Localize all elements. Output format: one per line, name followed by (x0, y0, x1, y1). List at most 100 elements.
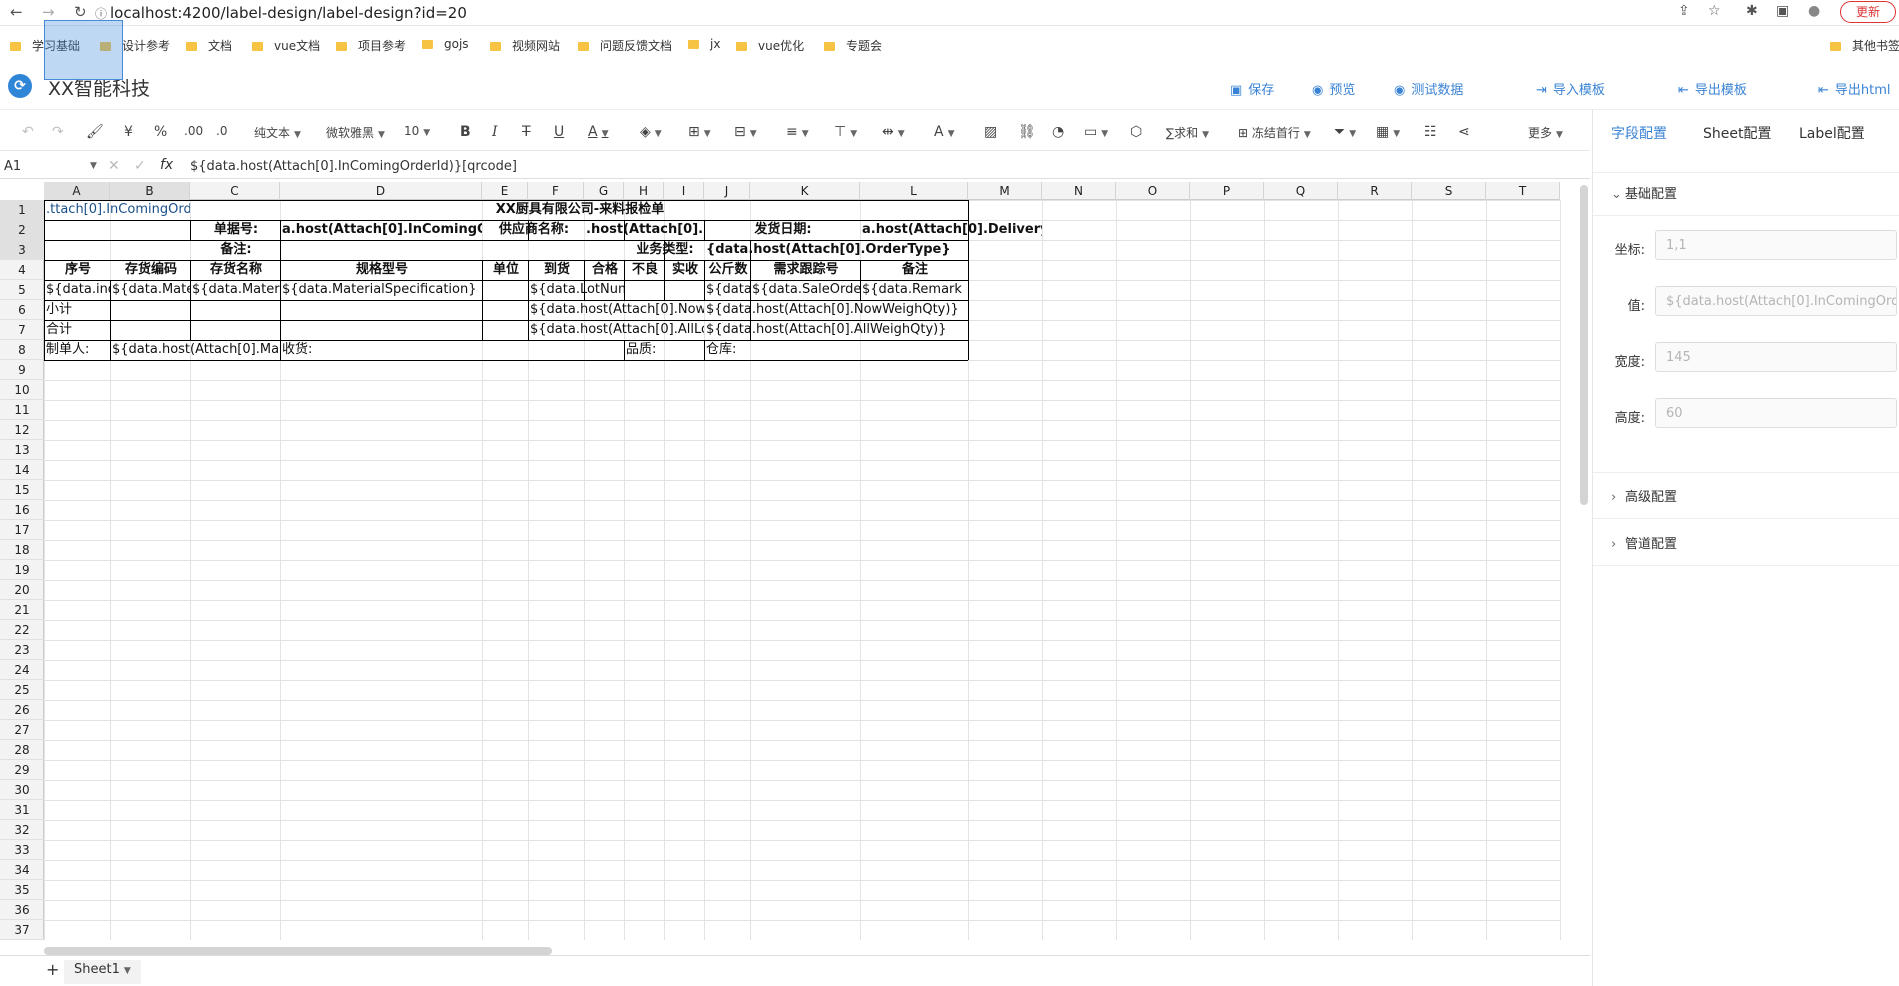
reload-icon[interactable]: ↻ (74, 3, 87, 21)
shape-icon[interactable]: ⬡ (1130, 124, 1142, 140)
data-validation-icon[interactable]: ☷ (1424, 124, 1437, 140)
border-icon[interactable]: ⊞ ▼ (688, 124, 711, 140)
section-pipeline[interactable]: › 管道配置 (1611, 533, 1677, 552)
sheet-cell[interactable]: ${data.Remark (860, 280, 968, 300)
row-header[interactable]: 11 (0, 400, 44, 420)
sheet-cell[interactable]: a.host(Attach[0].InComingOrd (280, 220, 482, 240)
tab-field-config[interactable]: 字段配置 (1611, 123, 1667, 143)
sheet-tab[interactable]: Sheet1 ▼ (64, 960, 141, 984)
spreadsheet-grid[interactable]: ABCDEFGHIJKLMNOPQRST 1 2 3 4 5 6 7 8 9 10 11 12 13 14… (0, 182, 1590, 940)
row-header[interactable]: 22 (0, 620, 44, 640)
undo-icon[interactable]: ↶ (22, 124, 34, 140)
height-input[interactable]: 60 (1655, 398, 1897, 428)
function-icon[interactable]: fx (160, 157, 173, 173)
column-header[interactable]: O (1116, 182, 1190, 200)
section-advanced[interactable]: › 高级配置 (1611, 486, 1677, 505)
column-header[interactable]: F (528, 182, 584, 200)
format-painter-icon[interactable]: 🖌 (86, 124, 104, 140)
conditional-format-icon[interactable]: ▦ ▼ (1376, 124, 1400, 140)
sheet-cell[interactable]: ${data.Mate (110, 280, 190, 300)
forward-icon[interactable]: → (42, 3, 55, 21)
sheet-cell[interactable]: ${data.host(Attach[0].AllWeighQty)} (704, 320, 968, 340)
number-format-select[interactable]: 纯文本 ▼ (254, 124, 301, 141)
bookmark-item[interactable]: vue文档 (252, 37, 320, 54)
sheet-cell[interactable]: a.host(Attach[0].DeliveryD (860, 220, 1042, 240)
sheet-cell[interactable]: 规格型号 (280, 260, 482, 280)
row-header[interactable]: 28 (0, 740, 44, 760)
underline-icon[interactable]: U (554, 124, 564, 140)
sheet-cell[interactable]: ${data.host(Attach[0].NowWeighQty)} (704, 300, 968, 320)
sheet-cell[interactable]: 制单人: (44, 340, 110, 360)
cell-selection[interactable] (44, 20, 123, 80)
strikethrough-icon[interactable]: T (522, 124, 531, 140)
row-header[interactable]: 17 (0, 520, 44, 540)
row-header[interactable]: 34 (0, 860, 44, 880)
column-header[interactable]: S (1412, 182, 1486, 200)
row-header[interactable]: 16 (0, 500, 44, 520)
decimal-increase-icon[interactable]: .00 (184, 124, 203, 138)
split-icon[interactable]: ⋖ (1458, 124, 1470, 140)
sheet-cell[interactable]: 不良 (624, 260, 664, 280)
sheet-cell[interactable]: 备注: (190, 240, 280, 260)
test-data-button[interactable]: ◉ 测试数据 (1394, 79, 1463, 98)
row-header[interactable]: 23 (0, 640, 44, 660)
sheet-cell[interactable]: 发货日期: (704, 220, 860, 240)
row-header[interactable]: 2 (0, 220, 44, 240)
row-header[interactable]: 6 (0, 300, 44, 320)
sheet-cell[interactable]: ${data.Materi (190, 280, 280, 300)
width-input[interactable]: 145 (1655, 342, 1897, 372)
row-header[interactable]: 8 (0, 340, 44, 360)
sheet-cell[interactable]: .ttach[0].InComingOrde (44, 200, 190, 220)
export-template-button[interactable]: ⇤ 导出模板 (1678, 79, 1747, 98)
profile-icon[interactable]: ● (1808, 3, 1820, 19)
cancel-icon[interactable]: ✕ (108, 158, 120, 174)
sheet-cell[interactable]: 存货名称 (190, 260, 280, 280)
update-button[interactable]: 更新 (1840, 1, 1896, 23)
save-button[interactable]: ▣ 保存 (1230, 79, 1274, 98)
sheet-cell[interactable]: 公斤数 (704, 260, 750, 280)
column-header[interactable]: I (664, 182, 704, 200)
sheet-cell[interactable]: 业务类型: (624, 240, 704, 260)
sheet-cell[interactable]: .host(Attach[0].SupplierN (584, 220, 704, 240)
horizontal-scrollbar[interactable] (44, 947, 552, 955)
font-size-select[interactable]: 10 ▼ (404, 124, 430, 138)
bookmark-item[interactable]: gojs (422, 37, 469, 51)
row-header[interactable]: 24 (0, 660, 44, 680)
column-header[interactable]: H (624, 182, 664, 200)
horizontal-align-icon[interactable]: ≡ ▼ (786, 124, 809, 140)
link-icon[interactable]: ⛓ (1018, 124, 1036, 140)
sidebar-icon[interactable]: ▣ (1776, 3, 1789, 19)
italic-icon[interactable]: I (492, 124, 498, 140)
row-header[interactable]: 19 (0, 560, 44, 580)
row-header[interactable]: 18 (0, 540, 44, 560)
vertical-scrollbar[interactable] (1580, 185, 1588, 505)
row-header[interactable]: 32 (0, 820, 44, 840)
value-input[interactable]: ${data.host(Attach[0].InComingOrde (1655, 286, 1897, 316)
row-header[interactable]: 36 (0, 900, 44, 920)
comment-icon[interactable]: ▭ ▼ (1084, 124, 1108, 140)
vertical-align-icon[interactable]: ⊤ ▼ (834, 124, 857, 140)
row-header[interactable]: 25 (0, 680, 44, 700)
freeze-select[interactable]: ⊞ 冻结首行 ▼ (1238, 124, 1311, 141)
bookmark-item[interactable]: 文档 (186, 37, 232, 54)
column-header[interactable]: D (280, 182, 482, 200)
star-icon[interactable]: ☆ (1708, 3, 1721, 19)
column-header[interactable]: E (482, 182, 528, 200)
decimal-decrease-icon[interactable]: .0 (216, 124, 227, 138)
column-header[interactable]: K (750, 182, 860, 200)
sheet-cell[interactable]: 到货 (528, 260, 584, 280)
sum-select[interactable]: ∑求和 ▼ (1166, 124, 1209, 141)
row-header[interactable]: 33 (0, 840, 44, 860)
row-header[interactable]: 1 (0, 200, 44, 220)
sheet-cell[interactable]: {data.host(Attach[0].OrderType} (704, 240, 968, 260)
row-header[interactable]: 29 (0, 760, 44, 780)
sheet-cell[interactable]: ${data.LotNumQty} (528, 280, 624, 300)
more-select[interactable]: 更多 ▼ (1528, 124, 1563, 141)
sheet-cell[interactable]: 品质: (624, 340, 704, 360)
sheet-cell[interactable]: 单据号: (190, 220, 280, 240)
row-header[interactable]: 21 (0, 600, 44, 620)
currency-icon[interactable]: ¥ (124, 124, 133, 140)
sheet-cell[interactable]: 收货: (280, 340, 624, 360)
text-wrap-icon[interactable]: ⇹ ▼ (882, 124, 905, 140)
back-icon[interactable]: ← (10, 3, 23, 21)
